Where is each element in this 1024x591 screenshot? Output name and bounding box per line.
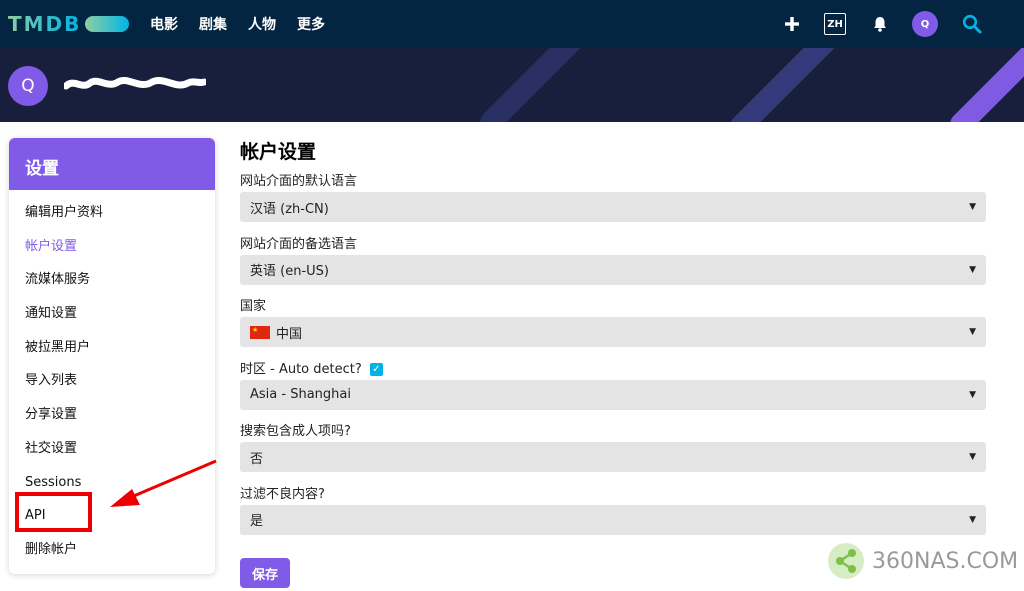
banner-stripe xyxy=(475,48,591,122)
select-value: 英语 (en-US) xyxy=(250,264,329,279)
search-icon[interactable] xyxy=(960,12,984,36)
tmdb-logo[interactable]: TMDB xyxy=(8,12,130,36)
main-nav: 电影 剧集 人物 更多 xyxy=(150,0,346,48)
auto-detect-checkbox[interactable]: ✓ xyxy=(369,363,383,376)
field-label: 过滤不良内容? xyxy=(240,486,325,502)
logo-pill-shape xyxy=(85,16,130,32)
sidebar-item-account-settings[interactable]: 帐户设置 xyxy=(9,230,215,264)
field-include-adult: 搜索包含成人项吗? 否 ▼ xyxy=(240,422,986,485)
save-button[interactable]: 保存 xyxy=(240,558,290,588)
sidebar-item-notifications[interactable]: 通知设置 xyxy=(9,297,215,331)
field-label: 时区 - Auto detect? ✓ xyxy=(240,360,986,380)
sidebar-item-sharing[interactable]: 分享设置 xyxy=(9,398,215,432)
field-country: 国家 ★ 中国 ▼ xyxy=(240,297,986,360)
watermark-text: 360NAS.COM xyxy=(872,548,1019,574)
page-title: 帐户设置 xyxy=(240,141,317,163)
sidebar-item-streaming-services[interactable]: 流媒体服务 xyxy=(9,263,215,297)
share-logo-icon xyxy=(828,543,864,579)
caret-down-icon: ▼ xyxy=(969,264,976,275)
field-label: 搜索包含成人项吗? xyxy=(240,424,351,439)
filter-profanity-select[interactable]: 是 ▼ xyxy=(240,504,986,535)
banner-stripe xyxy=(725,48,841,122)
nav-people[interactable]: 人物 xyxy=(248,14,276,34)
profile-avatar[interactable]: Q xyxy=(8,66,48,106)
bell-icon[interactable] xyxy=(868,12,892,36)
sidebar-item-edit-profile[interactable]: 编辑用户资料 xyxy=(9,196,215,230)
language-button[interactable]: ZH xyxy=(824,13,846,35)
nav-movies[interactable]: 电影 xyxy=(150,14,178,34)
fallback-language-select[interactable]: 英语 (en-US) ▼ xyxy=(240,254,986,285)
select-value: 是 xyxy=(250,514,264,529)
plus-icon[interactable] xyxy=(780,12,804,36)
top-nav-bar: TMDB 电影 剧集 人物 更多 ZH Q xyxy=(0,0,1024,48)
select-value: 否 xyxy=(250,451,264,467)
banner-stripe xyxy=(945,48,1024,122)
watermark: 360NAS.COM xyxy=(826,540,1018,582)
caret-down-icon: ▼ xyxy=(969,202,976,212)
default-language-select[interactable]: 汉语 (zh-CN) ▼ xyxy=(240,192,986,222)
sidebar-title: 设置 xyxy=(9,138,215,190)
user-avatar[interactable]: Q xyxy=(912,11,938,37)
api-highlight-box xyxy=(15,492,92,532)
select-value: Asia - Shanghai xyxy=(250,387,351,402)
field-timezone: 时区 - Auto detect? ✓ Asia - Shanghai ▼ xyxy=(240,360,986,423)
caret-down-icon: ▼ xyxy=(969,389,976,400)
sidebar-item-import-list[interactable]: 导入列表 xyxy=(9,364,215,398)
annotation-arrow-icon xyxy=(110,459,217,507)
account-settings-form: 帐户设置 网站介面的默认语言 汉语 (zh-CN) ▼ 网站介面的备选语言 英语… xyxy=(240,138,986,588)
field-filter-profanity: 过滤不良内容? 是 ▼ xyxy=(240,485,986,548)
field-default-language: 网站介面的默认语言 汉语 (zh-CN) ▼ xyxy=(240,172,986,235)
caret-down-icon: ▼ xyxy=(969,327,976,337)
field-label: 网站介面的默认语言 xyxy=(240,174,358,189)
china-flag-icon: ★ xyxy=(250,325,270,339)
country-select[interactable]: ★ 中国 ▼ xyxy=(240,317,986,347)
field-label: 网站介面的备选语言 xyxy=(240,236,358,252)
caret-down-icon: ▼ xyxy=(969,452,976,462)
timezone-select[interactable]: Asia - Shanghai ▼ xyxy=(240,379,986,410)
select-value: 汉语 (zh-CN) xyxy=(250,201,329,217)
include-adult-select[interactable]: 否 ▼ xyxy=(240,442,986,472)
sidebar-item-blocked-users[interactable]: 被拉黑用户 xyxy=(9,331,215,365)
caret-down-icon: ▼ xyxy=(969,514,976,525)
nav-tv[interactable]: 剧集 xyxy=(199,14,227,34)
username-redacted xyxy=(64,77,206,90)
field-label: 国家 xyxy=(240,299,267,314)
logo-text: TMDB xyxy=(8,12,82,36)
profile-banner: Q xyxy=(0,48,1024,122)
timezone-label: 时区 - Auto detect? xyxy=(240,361,362,377)
sidebar-item-delete-account[interactable]: 删除帐户 xyxy=(9,533,215,567)
select-value: 中国 xyxy=(276,326,303,342)
field-fallback-language: 网站介面的备选语言 英语 (en-US) ▼ xyxy=(240,235,986,298)
nav-more[interactable]: 更多 xyxy=(297,14,325,34)
